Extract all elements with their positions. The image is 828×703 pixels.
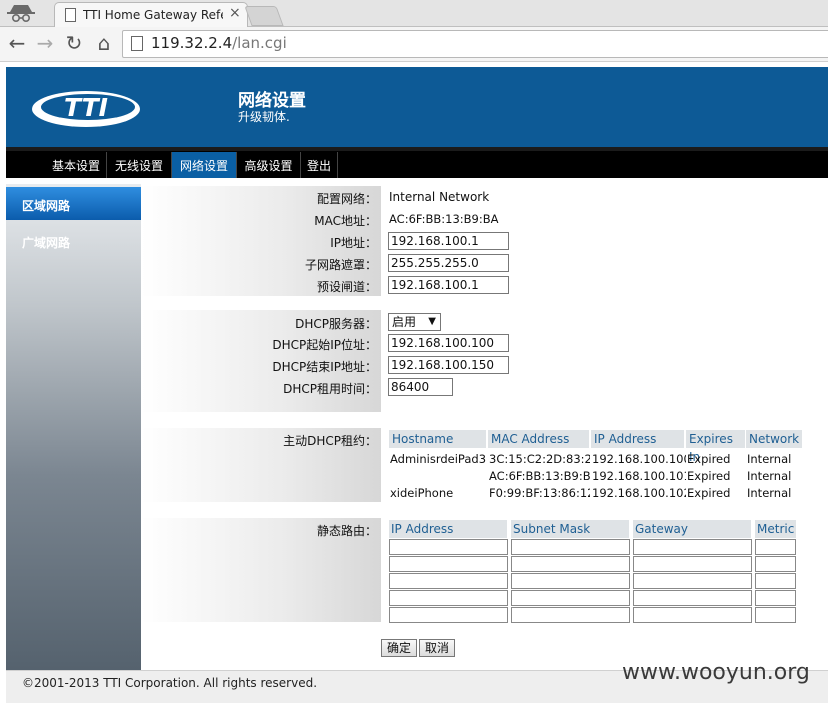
page-icon [131,36,143,51]
menu-logout[interactable]: 登出 [301,152,338,178]
lease-cell-mac: AC:6F:BB:13:B9:B9 [489,469,590,483]
mac-label: MAC地址： [314,214,377,228]
cancel-button[interactable]: 取消 [419,639,455,657]
lease-cell-hostname: AdminisrdeiPad3 [390,452,487,466]
forward-arrow-icon[interactable]: → [34,31,56,55]
dhcp-lease-time-input[interactable]: 86400 [388,378,453,396]
dhcp-end-input[interactable]: 192.168.100.150 [388,356,509,374]
dhcp-lease-time-label: DHCP租用时间： [283,382,377,396]
lease-header-hostname: Hostname [389,430,486,448]
url-text: 119.32.2.4/lan.cgi [151,34,287,52]
lease-cell-ip: 192.168.100.102 [592,486,686,500]
dhcp-server-select[interactable]: 启用 ▼ [388,313,441,331]
close-tab-icon[interactable]: × [229,5,241,21]
tab-title: TTI Home Gateway Refere [83,8,223,22]
browser-tab[interactable]: TTI Home Gateway Refere × [54,2,248,28]
url-host: 119.32.2.4 [151,34,233,52]
route-mask-input[interactable] [511,556,630,572]
menu-basic-settings[interactable]: 基本设置 [46,152,107,178]
route-header-ip: IP Address [389,520,507,538]
config-network-value: Internal Network [389,190,490,204]
route-mask-input[interactable] [511,590,630,606]
route-mask-input[interactable] [511,539,630,555]
lease-cell-ip: 192.168.100.100 [592,452,686,466]
dhcp-end-label: DHCP结束IP地址： [272,360,377,374]
route-ip-input[interactable] [389,556,508,572]
url-path: /lan.cgi [232,34,287,52]
reload-icon[interactable]: ↻ [63,31,85,55]
incognito-icon [7,5,35,23]
default-gateway-input[interactable]: 192.168.100.1 [388,276,509,294]
dropdown-arrow-icon: ▼ [428,316,436,327]
mac-value: AC:6F:BB:13:B9:BA [389,212,499,226]
config-network-label: 配置网络： [316,192,377,206]
route-metric-input[interactable] [755,556,796,572]
page-icon [65,8,76,22]
lease-header-mac: MAC Address [488,430,589,448]
ok-button[interactable]: 确定 [381,639,417,657]
new-tab-button[interactable] [244,6,284,26]
lease-cell-ip: 192.168.100.101 [592,469,686,483]
route-ip-input[interactable] [389,573,508,589]
sidebar [6,184,141,670]
lease-cell-hostname: xideiPhone [390,486,454,500]
dhcp-start-label: DHCP起始IP位址： [272,338,377,352]
lease-cell-expires: Expired [687,452,731,466]
route-header-gateway: Gateway [633,520,751,538]
copyright-text: ©2001-2013 TTI Corporation. All rights r… [22,676,318,690]
dhcp-server-value: 启用 [392,315,417,329]
lease-cell-network: Internal [747,469,792,483]
page-subtitle: 升级韧体. [238,110,290,124]
route-metric-input[interactable] [755,573,796,589]
lease-cell-mac: 3C:15:C2:2D:83:2F [489,452,590,466]
route-ip-input[interactable] [389,539,508,555]
lease-header-expires: Expires In [686,430,745,464]
route-header-mask: Subnet Mask [511,520,629,538]
dhcp-leases-label: 主动DHCP租约： [283,434,377,448]
route-gateway-input[interactable] [633,607,752,623]
lease-cell-mac: F0:99:BF:13:86:12 [489,486,590,500]
route-gateway-input[interactable] [633,573,752,589]
menu-wireless-settings[interactable]: 无线设置 [107,152,172,178]
subnet-mask-label: 子网路遮罩： [304,258,377,272]
lease-cell-expires: Expired [687,486,731,500]
ip-input[interactable]: 192.168.100.1 [388,232,509,250]
lease-header-network: Network [746,430,802,448]
lease-cell-network: Internal [747,486,792,500]
lease-cell-expires: Expired [687,469,731,483]
sidebar-item-wan[interactable]: 广域网路 [22,234,70,251]
static-routes-label: 静态路由： [316,524,377,538]
tti-logo: TTI [32,91,140,127]
lease-header-ip: IP Address [591,430,684,448]
route-mask-input[interactable] [511,607,630,623]
route-ip-input[interactable] [389,607,508,623]
menu-advanced-settings[interactable]: 高级设置 [237,152,301,178]
route-mask-input[interactable] [511,573,630,589]
subnet-mask-input[interactable]: 255.255.255.0 [388,254,509,272]
watermark: www.wooyun.org [622,660,810,685]
home-icon[interactable]: ⌂ [93,31,115,55]
default-gateway-label: 预设闸道： [316,280,377,294]
sidebar-item-lan-label[interactable]: 区域网路 [22,197,70,214]
route-metric-input[interactable] [755,539,796,555]
route-gateway-input[interactable] [633,539,752,555]
route-gateway-input[interactable] [633,590,752,606]
back-arrow-icon[interactable]: ← [6,31,28,55]
logo-text: TTI [64,93,108,122]
address-bar[interactable]: 119.32.2.4/lan.cgi [122,30,828,58]
lease-cell-network: Internal [747,452,792,466]
menu-network-settings[interactable]: 网络设置 [172,152,237,178]
route-ip-input[interactable] [389,590,508,606]
ip-label: IP地址： [330,236,377,250]
route-metric-input[interactable] [755,607,796,623]
route-gateway-input[interactable] [633,556,752,572]
dhcp-start-input[interactable]: 192.168.100.100 [388,334,509,352]
dhcp-server-label: DHCP服务器： [295,317,377,331]
route-metric-input[interactable] [755,590,796,606]
route-header-metric: Metric [755,520,796,538]
